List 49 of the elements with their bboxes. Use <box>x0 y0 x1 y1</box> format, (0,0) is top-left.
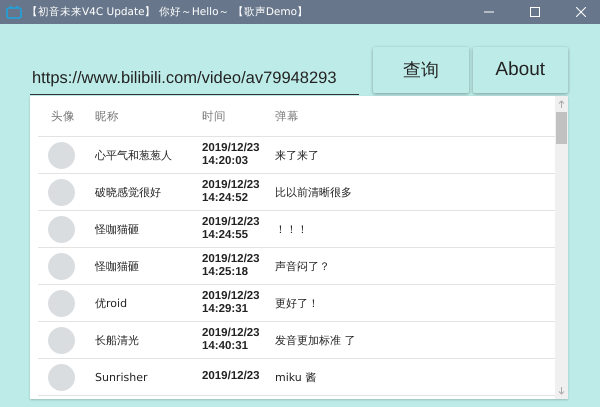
column-header: 时间 <box>202 108 227 124</box>
avatar-placeholder <box>48 252 75 280</box>
time-cell-text: 14:24:52 <box>202 192 250 206</box>
nickname-cell-text: Sunrisher <box>95 370 148 384</box>
danmaku-cell-text: ！！！ <box>275 222 309 236</box>
date-cell-text: 2019/12/23 <box>202 178 261 192</box>
danmaku-cell-text: 比以前清晰很多 <box>275 184 353 200</box>
date-cell-text: 2019/12/23 <box>202 370 261 384</box>
window-title: 【初音未来V4C Update】 你好～Hello～ 【歌声Demo】 <box>27 5 308 19</box>
avatar-placeholder <box>48 216 75 242</box>
date-cell-text: 2019/12/23 <box>202 252 261 266</box>
date-cell-text: 2019/12/23 <box>202 216 261 229</box>
arrow-down-icon[interactable] <box>558 387 565 395</box>
danmaku-cell-text: miku 酱 <box>275 370 318 384</box>
danmaku-cell-text: 来了来了 <box>275 148 320 162</box>
avatar-placeholder <box>48 142 75 168</box>
column-header: 弹幕 <box>275 108 300 124</box>
scrollbar-thumb[interactable] <box>556 112 567 144</box>
column-header: 头像 <box>50 108 76 124</box>
url-input-field[interactable]: https://www.bilibili.com/video/av79948293 <box>30 65 359 95</box>
avatar-placeholder <box>48 364 75 390</box>
nickname-cell-text: 长船清光 <box>95 332 140 348</box>
date-cell-text: 2019/12/23 <box>202 326 261 340</box>
action-button[interactable]: 查询 <box>373 47 468 93</box>
nickname-cell-text: 怪咖猫砸 <box>95 258 140 274</box>
danmaku-cell-text: 更好了！ <box>275 296 320 310</box>
time-cell-text: 14:20:03 <box>202 155 250 168</box>
arrow-up-icon[interactable] <box>558 100 565 108</box>
time-cell-text: 14:40:31 <box>202 340 250 354</box>
maximize-icon[interactable] <box>530 7 540 17</box>
nickname-cell-text: 破晓感觉很好 <box>95 184 162 200</box>
close-icon[interactable] <box>576 7 586 17</box>
action-button[interactable]: About <box>472 47 568 93</box>
column-header: 昵称 <box>95 108 120 124</box>
nickname-cell-text: 怪咖猫砸 <box>95 222 140 236</box>
nickname-cell-text: 心平气和葱葱人 <box>95 148 173 162</box>
danmaku-cell-text: 声音闷了？ <box>275 258 331 274</box>
scrollbar[interactable] <box>555 96 568 399</box>
danmaku-cell-text: 发音更加标准 了 <box>275 332 356 348</box>
avatar-placeholder <box>48 290 75 316</box>
date-cell-text: 2019/12/23 <box>202 142 261 155</box>
avatar-placeholder <box>48 326 75 354</box>
avatar-placeholder <box>48 178 75 206</box>
time-cell-text: 14:24:55 <box>202 229 250 242</box>
date-cell-text: 2019/12/23 <box>202 290 261 303</box>
time-cell-text: 14:25:18 <box>202 266 250 280</box>
time-cell-text: 14:29:31 <box>202 303 250 316</box>
nickname-cell-text: 优roid <box>95 296 128 310</box>
tv-icon <box>6 5 22 19</box>
